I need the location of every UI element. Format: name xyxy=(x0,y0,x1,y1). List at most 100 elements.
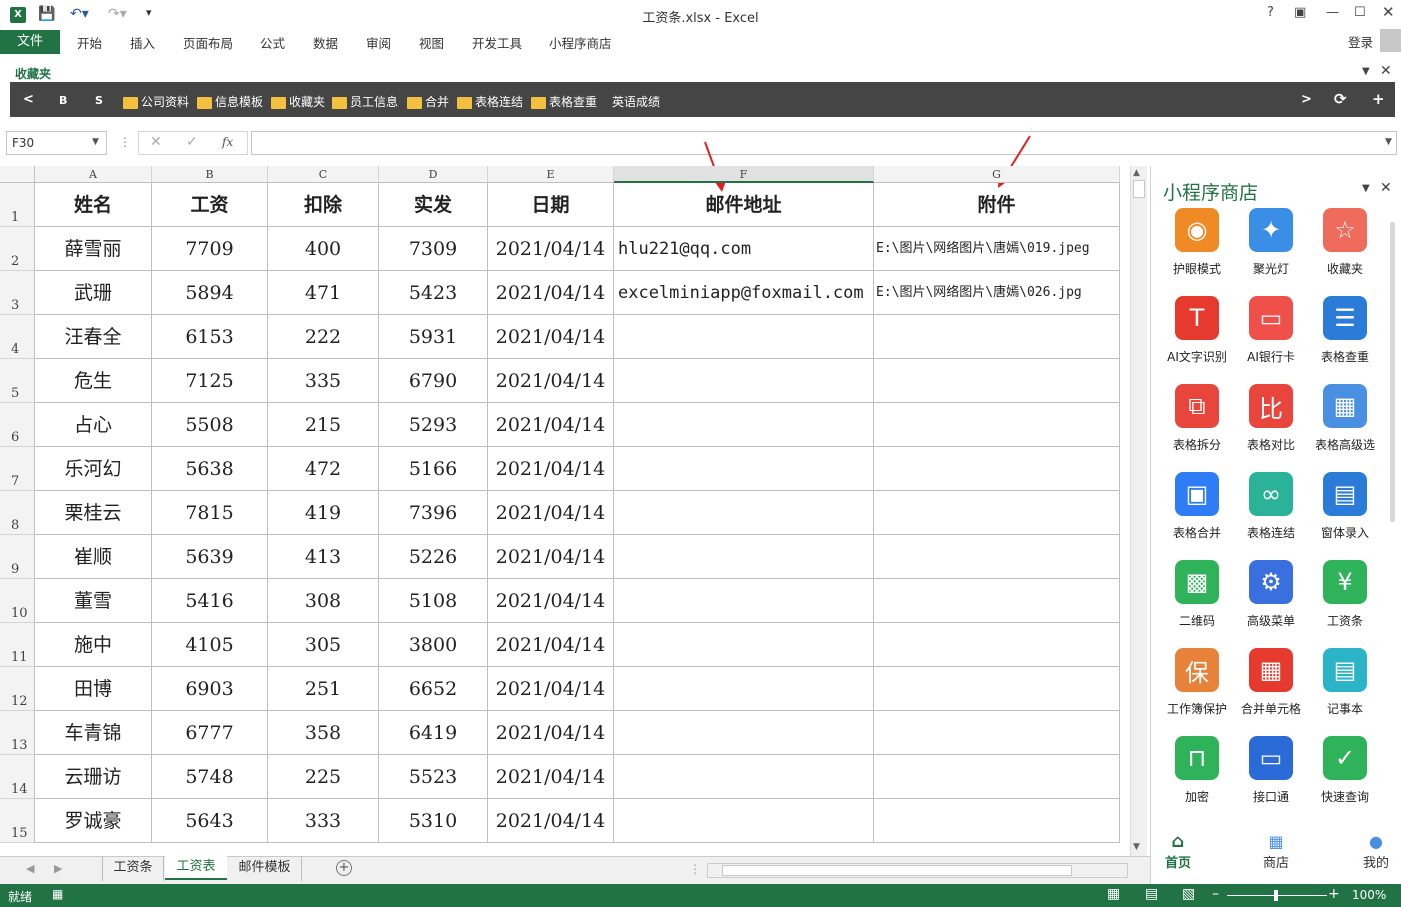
data-cell[interactable]: excelminiapp@foxmail.com xyxy=(614,271,874,315)
data-cell[interactable]: 云珊访 xyxy=(35,755,152,799)
data-cell[interactable]: 汪春全 xyxy=(35,315,152,359)
data-cell[interactable]: 田博 xyxy=(35,667,152,711)
data-cell[interactable]: 5310 xyxy=(379,799,488,843)
column-header[interactable]: D xyxy=(379,166,488,183)
data-cell[interactable]: 占心 xyxy=(35,403,152,447)
data-cell[interactable] xyxy=(614,579,874,623)
data-cell[interactable] xyxy=(874,491,1120,535)
app-tile[interactable]: ▭ AI银行卡 xyxy=(1234,296,1308,365)
data-cell[interactable]: 5108 xyxy=(379,579,488,623)
app-tile[interactable]: ∞ 表格连结 xyxy=(1234,472,1308,541)
column-header[interactable]: B xyxy=(152,166,268,183)
data-cell[interactable]: 薛雪丽 xyxy=(35,227,152,271)
row-header[interactable]: 10 xyxy=(0,579,35,623)
data-cell[interactable]: 5748 xyxy=(152,755,268,799)
zoom-out-icon[interactable]: – xyxy=(1212,886,1219,902)
data-cell[interactable]: 472 xyxy=(268,447,379,491)
zoom-level[interactable]: 100% xyxy=(1352,888,1386,902)
app-tile[interactable]: 比表格对比 xyxy=(1234,384,1308,453)
data-cell[interactable] xyxy=(614,447,874,491)
row-header[interactable]: 13 xyxy=(0,711,35,755)
data-cell[interactable] xyxy=(614,755,874,799)
data-cell[interactable]: 施中 xyxy=(35,623,152,667)
data-cell[interactable]: 5508 xyxy=(152,403,268,447)
data-cell[interactable]: 5293 xyxy=(379,403,488,447)
data-cell[interactable]: 413 xyxy=(268,535,379,579)
data-cell[interactable]: 335 xyxy=(268,359,379,403)
header-cell[interactable]: 附件 xyxy=(874,183,1120,227)
data-cell[interactable]: 5638 xyxy=(152,447,268,491)
data-cell[interactable]: 5166 xyxy=(379,447,488,491)
nav-me[interactable]: ● 我的 xyxy=(1346,832,1401,871)
data-cell[interactable] xyxy=(874,535,1120,579)
data-cell[interactable]: 7309 xyxy=(379,227,488,271)
header-cell[interactable]: 日期 xyxy=(488,183,614,227)
data-cell[interactable] xyxy=(874,623,1120,667)
horizontal-scrollbar[interactable] xyxy=(707,863,1128,878)
data-cell[interactable]: 2021/04/14 xyxy=(488,359,614,403)
normal-view-icon[interactable]: ▦ xyxy=(1107,886,1120,902)
row-header[interactable]: 12 xyxy=(0,667,35,711)
data-cell[interactable]: 6419 xyxy=(379,711,488,755)
data-cell[interactable]: 308 xyxy=(268,579,379,623)
data-cell[interactable] xyxy=(874,447,1120,491)
data-cell[interactable] xyxy=(614,359,874,403)
row-header[interactable]: 2 xyxy=(0,227,35,271)
app-tile[interactable]: ▦ 表格高级选 xyxy=(1308,384,1382,453)
data-cell[interactable]: 武珊 xyxy=(35,271,152,315)
zoom-slider[interactable] xyxy=(1227,890,1327,901)
data-cell[interactable]: 董雪 xyxy=(35,579,152,623)
column-header[interactable]: F xyxy=(614,166,874,183)
row-header[interactable]: 6 xyxy=(0,403,35,447)
app-tile[interactable]: ▦ 合并单元格 xyxy=(1234,648,1308,717)
row-header[interactable]: 11 xyxy=(0,623,35,667)
data-cell[interactable] xyxy=(614,403,874,447)
data-cell[interactable]: 5523 xyxy=(379,755,488,799)
data-cell[interactable]: 400 xyxy=(268,227,379,271)
data-cell[interactable] xyxy=(614,799,874,843)
app-tile[interactable]: ☆ 收藏夹 xyxy=(1308,208,1382,277)
column-header[interactable]: C xyxy=(268,166,379,183)
data-cell[interactable] xyxy=(614,491,874,535)
header-cell[interactable]: 邮件地址 xyxy=(614,183,874,227)
data-cell[interactable] xyxy=(874,711,1120,755)
row-header[interactable]: 4 xyxy=(0,315,35,359)
data-cell[interactable]: 7709 xyxy=(152,227,268,271)
app-tile[interactable]: ◉ 护眼模式 xyxy=(1160,208,1234,277)
data-cell[interactable]: hlu221@qq.com xyxy=(614,227,874,271)
nav-store[interactable]: ▦ 商店 xyxy=(1246,832,1306,871)
data-cell[interactable]: 6903 xyxy=(152,667,268,711)
app-tile[interactable]: ✓ 快速查询 xyxy=(1308,736,1382,805)
data-cell[interactable] xyxy=(874,799,1120,843)
app-tile[interactable]: ✦ 聚光灯 xyxy=(1234,208,1308,277)
data-cell[interactable] xyxy=(874,359,1120,403)
data-cell[interactable] xyxy=(614,623,874,667)
data-cell[interactable] xyxy=(614,711,874,755)
data-cell[interactable]: 215 xyxy=(268,403,379,447)
row-header[interactable]: 9 xyxy=(0,535,35,579)
app-tile[interactable]: ⊓ 加密 xyxy=(1160,736,1234,805)
row-header[interactable]: 15 xyxy=(0,799,35,843)
data-cell[interactable]: 358 xyxy=(268,711,379,755)
data-cell[interactable] xyxy=(614,667,874,711)
data-cell[interactable]: 2021/04/14 xyxy=(488,711,614,755)
data-cell[interactable]: 5931 xyxy=(379,315,488,359)
data-cell[interactable]: 5416 xyxy=(152,579,268,623)
row-header[interactable]: 8 xyxy=(0,491,35,535)
app-tile[interactable]: 保工作簿保护 xyxy=(1160,648,1234,717)
data-cell[interactable] xyxy=(874,315,1120,359)
add-sheet-icon[interactable]: + xyxy=(336,860,352,876)
data-cell[interactable]: 7815 xyxy=(152,491,268,535)
data-cell[interactable]: 6153 xyxy=(152,315,268,359)
header-cell[interactable]: 扣除 xyxy=(268,183,379,227)
app-tile[interactable]: ▤ 记事本 xyxy=(1308,648,1382,717)
data-cell[interactable]: 333 xyxy=(268,799,379,843)
data-cell[interactable]: 2021/04/14 xyxy=(488,227,614,271)
sheet-tab-payslip[interactable]: 工资条 xyxy=(102,857,164,881)
hscroll-thumb[interactable] xyxy=(722,865,1072,876)
data-cell[interactable]: 危生 xyxy=(35,359,152,403)
data-cell[interactable]: 7396 xyxy=(379,491,488,535)
data-cell[interactable]: 305 xyxy=(268,623,379,667)
data-cell[interactable]: 栗桂云 xyxy=(35,491,152,535)
data-cell[interactable]: 225 xyxy=(268,755,379,799)
